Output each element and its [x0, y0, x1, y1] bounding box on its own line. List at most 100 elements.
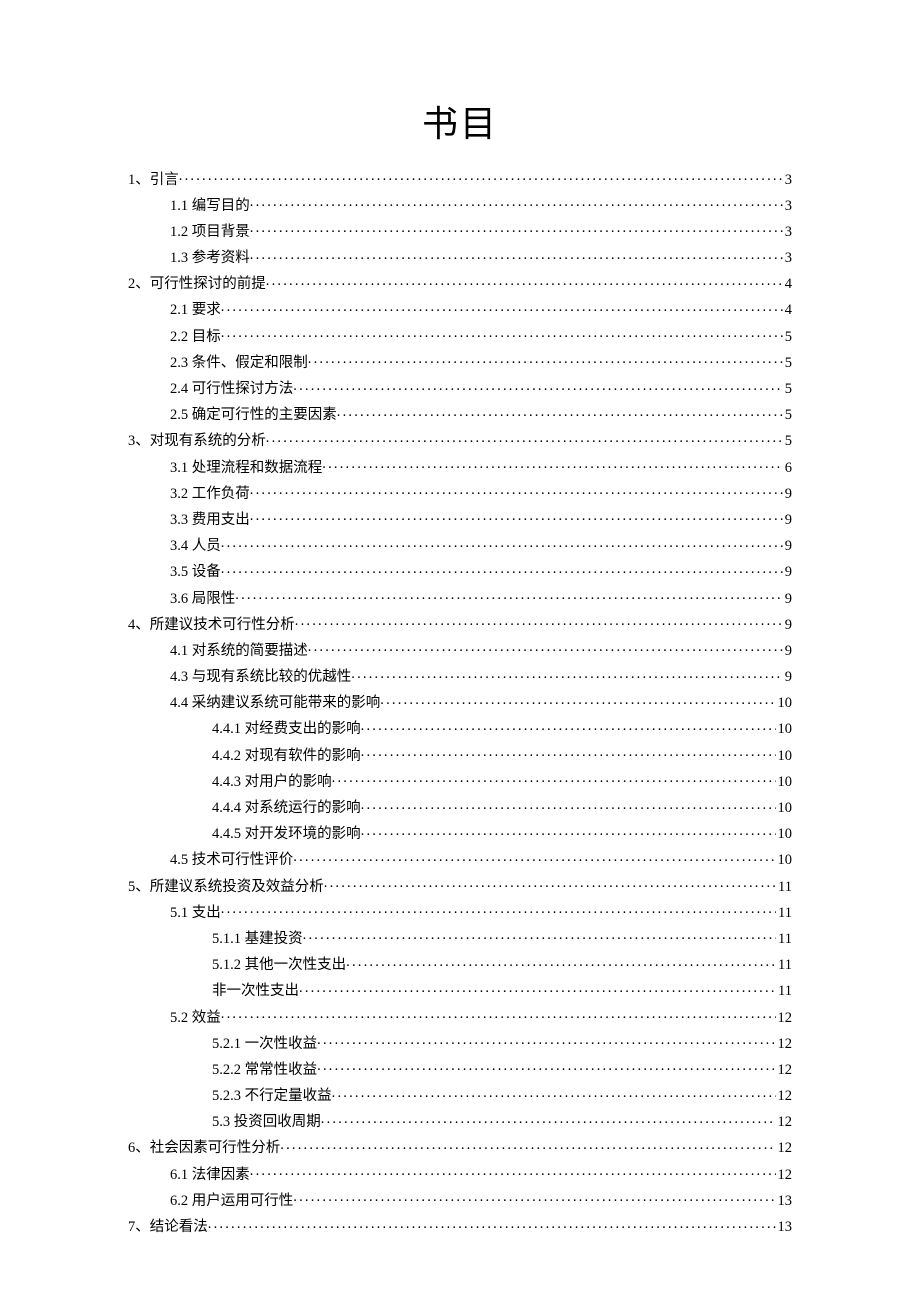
toc-entry-page: 9 [783, 644, 792, 659]
toc-entry[interactable]: 4、所建议技术可行性分析9 [128, 614, 792, 632]
toc-leader-dots [337, 405, 783, 420]
toc-entry-page: 3 [783, 225, 792, 240]
toc-leader-dots [324, 876, 776, 891]
toc-entry[interactable]: 2、可行性探讨的前提4 [128, 274, 792, 292]
toc-leader-dots [221, 902, 776, 917]
toc-entry[interactable]: 4.1 对系统的简要描述 9 [128, 640, 792, 658]
toc-entry-label: 4.4.5 对开发环境的影响 [212, 827, 361, 842]
toc-entry-label: 3.5 设备 [170, 565, 221, 580]
toc-entry[interactable]: 2.4 可行性探讨方法5 [128, 379, 792, 397]
toc-entry-label: 4.1 对系统的简要描述 [170, 644, 308, 659]
toc-entry-label: 4.4.4 对系统运行的影响 [212, 801, 361, 816]
toc-entry[interactable]: 1.3 参考资料3 [128, 248, 792, 266]
toc-entry-label: 2.2 目标 [170, 330, 221, 345]
toc-entry[interactable]: 4.4.5 对开发环境的影响 10 [128, 824, 792, 842]
toc-entry[interactable]: 非一次性支出11 [128, 981, 792, 999]
toc-entry[interactable]: 4.4 采纳建议系统可能带来的影响10 [128, 693, 792, 711]
toc-entry[interactable]: 2.3 条件、假定和限制5 [128, 352, 792, 370]
toc-entry-label: 5.1 支出 [170, 906, 221, 921]
toc-entry[interactable]: 4.4.4 对系统运行的影响10 [128, 798, 792, 816]
toc-leader-dots [235, 588, 783, 603]
toc-entry[interactable]: 5.2.3 不行定量收益12 [128, 1086, 792, 1104]
toc-entry-label: 5.1.2 其他一次性支出 [212, 958, 346, 973]
toc-entry[interactable]: 7、结论看法13 [128, 1217, 792, 1235]
toc-entry-page: 5 [783, 330, 792, 345]
toc-entry-page: 9 [783, 618, 792, 633]
toc-entry-label: 非一次性支出 [212, 984, 299, 999]
toc-leader-dots [332, 771, 776, 786]
toc-entry-label: 6.1 法律因素 [170, 1168, 250, 1183]
toc-entry[interactable]: 3.2 工作负荷9 [128, 483, 792, 501]
toc-leader-dots [317, 1059, 775, 1074]
toc-entry[interactable]: 1.1 编写目的3 [128, 195, 792, 213]
toc-entry-page: 11 [776, 958, 792, 973]
toc-entry-page: 10 [776, 827, 793, 842]
toc-entry[interactable]: 5.2 效益12 [128, 1007, 792, 1025]
toc-leader-dots [293, 379, 783, 394]
toc-entry-label: 2.5 确定可行性的主要因素 [170, 408, 337, 423]
toc-entry[interactable]: 6、社会因素可行性分析 12 [128, 1138, 792, 1156]
toc-entry[interactable]: 5.1.2 其他一次性支出 11 [128, 955, 792, 973]
toc-entry-page: 11 [776, 880, 792, 895]
toc-entry[interactable]: 4.4.3 对用户的影响10 [128, 771, 792, 789]
toc-entry[interactable]: 1、引言3 [128, 169, 792, 187]
toc-entry[interactable]: 3.3 费用支出9 [128, 509, 792, 527]
toc-entry-label: 5.1.1 基建投资 [212, 932, 303, 947]
toc-entry-label: 3.3 费用支出 [170, 513, 250, 528]
toc-entry[interactable]: 3.5 设备9 [128, 562, 792, 580]
toc-entry[interactable]: 5、所建议系统投资及效益分析11 [128, 876, 792, 894]
toc-entry-page: 9 [783, 487, 792, 502]
toc-entry[interactable]: 3.6 局限性9 [128, 588, 792, 606]
toc-entry[interactable]: 2.2 目标 5 [128, 326, 792, 344]
toc-leader-dots [361, 798, 776, 813]
toc-leader-dots [221, 536, 783, 551]
toc-leader-dots [380, 693, 775, 708]
toc-entry-label: 6、社会因素可行性分析 [128, 1141, 280, 1156]
toc-entry-page: 6 [783, 461, 792, 476]
toc-entry[interactable]: 5.1 支出11 [128, 902, 792, 920]
toc-leader-dots [266, 431, 783, 446]
toc-entry-page: 12 [776, 1037, 793, 1052]
toc-entry[interactable]: 5.2.1 一次性收益 12 [128, 1033, 792, 1051]
toc-entry[interactable]: 1.2 项目背景3 [128, 221, 792, 239]
toc-leader-dots [346, 955, 776, 970]
toc-entry[interactable]: 4.5 技术可行性评价 10 [128, 850, 792, 868]
toc-entry-label: 5.2.1 一次性收益 [212, 1037, 317, 1052]
toc-entry-page: 10 [776, 853, 793, 868]
toc-entry-label: 1.1 编写目的 [170, 199, 250, 214]
toc-entry-page: 4 [783, 277, 792, 292]
toc-leader-dots [361, 719, 776, 734]
toc-leader-dots [221, 1007, 776, 1022]
toc-leader-dots [321, 1112, 776, 1127]
toc-entry-label: 2.4 可行性探讨方法 [170, 382, 293, 397]
toc-entry[interactable]: 4.4.1 对经费支出的影响10 [128, 719, 792, 737]
toc-leader-dots [293, 1190, 775, 1205]
toc-entry[interactable]: 3、对现有系统的分析5 [128, 431, 792, 449]
toc-entry[interactable]: 6.2 用户运用可行性13 [128, 1190, 792, 1208]
toc-entry-page: 12 [776, 1115, 793, 1130]
toc-leader-dots [299, 981, 776, 996]
toc-entry-label: 4.4 采纳建议系统可能带来的影响 [170, 696, 380, 711]
toc-entry[interactable]: 3.1 处理流程和数据流程 6 [128, 457, 792, 475]
toc-entry-page: 5 [783, 356, 792, 371]
toc-entry-page: 13 [776, 1220, 793, 1235]
toc-entry-label: 3.1 处理流程和数据流程 [170, 461, 322, 476]
toc-leader-dots [361, 824, 776, 839]
toc-entry[interactable]: 5.1.1 基建投资11 [128, 928, 792, 946]
toc-entry-page: 9 [783, 592, 792, 607]
toc-entry-page: 3 [783, 251, 792, 266]
toc-entry[interactable]: 6.1 法律因素12 [128, 1164, 792, 1182]
toc-entry-page: 10 [776, 749, 793, 764]
toc-entry[interactable]: 2.1 要求4 [128, 300, 792, 318]
toc-entry[interactable]: 5.2.2 常常性收益12 [128, 1059, 792, 1077]
toc-entry[interactable]: 2.5 确定可行性的主要因素5 [128, 405, 792, 423]
toc-entry-page: 12 [776, 1141, 793, 1156]
toc-entry-label: 4.4.2 对现有软件的影响 [212, 749, 361, 764]
toc-entry[interactable]: 5.3 投资回收周期 12 [128, 1112, 792, 1130]
toc-leader-dots [250, 1164, 776, 1179]
toc-leader-dots [295, 614, 783, 629]
toc-entry-label: 4.3 与现有系统比较的优越性 [170, 670, 351, 685]
toc-entry[interactable]: 4.4.2 对现有软件的影响 10 [128, 745, 792, 763]
toc-entry[interactable]: 3.4 人员9 [128, 536, 792, 554]
toc-entry[interactable]: 4.3 与现有系统比较的优越性9 [128, 667, 792, 685]
